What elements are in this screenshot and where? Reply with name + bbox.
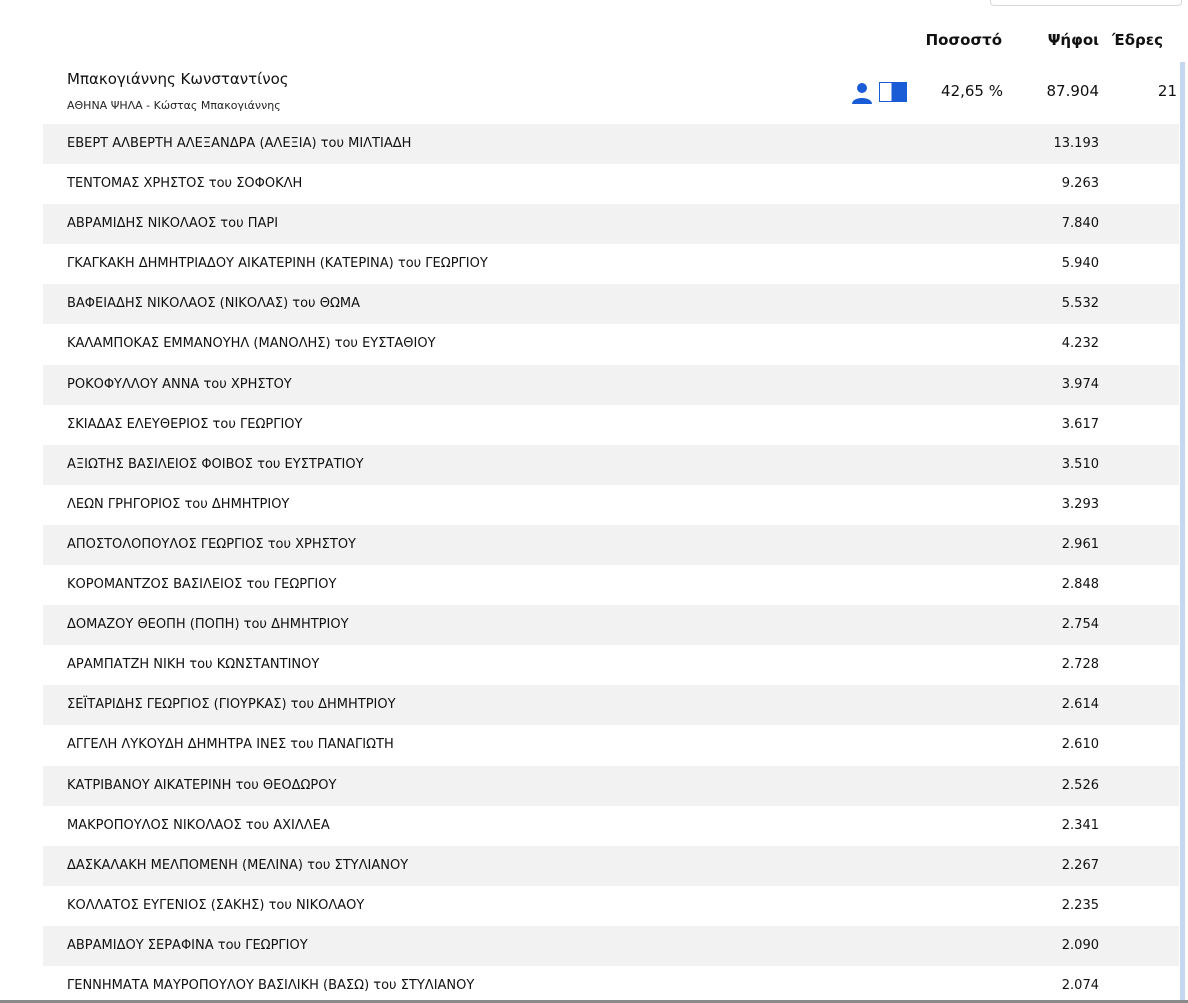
candidate-votes: 2.728 — [1061, 657, 1099, 673]
header-percentage: Ποσοστό — [925, 31, 1002, 49]
candidate-votes: 2.090 — [1061, 937, 1099, 953]
candidate-row[interactable]: ΑΒΡΑΜΙΔΟΥ ΣΕΡΑΦΙΝΑ του ΓΕΩΡΓΙΟΥ 2.090 — [43, 925, 1179, 966]
candidate-name: ΑΒΡΑΜΙΔΟΥ ΣΕΡΑΦΙΝΑ του ΓΕΩΡΓΙΟΥ — [67, 937, 308, 953]
candidate-row[interactable]: ΓΚΑΓΚΑΚΗ ΔΗΜΗΤΡΙΑΔΟΥ ΑΙΚΑΤΕΡΙΝΗ (ΚΑΤΕΡΙΝ… — [43, 244, 1179, 284]
top-tab[interactable] — [990, 0, 1182, 6]
candidate-votes: 2.526 — [1061, 777, 1099, 793]
candidate-row[interactable]: ΤΕΝΤΟΜΑΣ ΧΡΗΣΤΟΣ του ΣΟΦΟΚΛΗ 9.263 — [43, 164, 1179, 204]
person-icon — [851, 82, 873, 104]
candidate-votes: 3.974 — [1061, 376, 1099, 392]
results-header: Ποσοστό Ψήφοι Έδρες — [0, 28, 1188, 52]
candidate-name: ΕΒΕΡΤ ΑΛΒΕΡΤΗ ΑΛΕΞΑΝΔΡΑ (ΑΛΕΞΙΑ) του ΜΙΛ… — [67, 136, 412, 151]
party-summary-row[interactable]: Μπακογιάννης Κωνσταντίνος ΑΘΗΝΑ ΨΗΛΑ - Κ… — [43, 66, 1179, 122]
candidate-name: ΚΟΡΟΜΑΝΤΖΟΣ ΒΑΣΙΛΕΙΟΣ του ΓΕΩΡΓΙΟΥ — [67, 577, 337, 593]
candidate-name: ΛΕΩΝ ΓΡΗΓΟΡΙΟΣ του ΔΗΜΗΤΡΙΟΥ — [67, 496, 290, 512]
candidate-name: ΤΕΝΤΟΜΑΣ ΧΡΗΣΤΟΣ του ΣΟΦΟΚΛΗ — [67, 176, 303, 192]
candidate-name: ΣΕΪΤΑΡΙΔΗΣ ΓΕΩΡΓΙΟΣ (ΓΙΟΥΡΚΑΣ) του ΔΗΜΗΤ… — [67, 697, 396, 713]
candidate-row[interactable]: ΚΑΛΑΜΠΟΚΑΣ ΕΜΜΑΝΟΥΗΛ (ΜΑΝΟΛΗΣ) του ΕΥΣΤΑ… — [43, 324, 1179, 364]
candidate-votes: 3.510 — [1061, 456, 1099, 472]
flag-icon — [879, 82, 907, 102]
results-page: Ποσοστό Ψήφοι Έδρες Μπακογιάννης Κωνσταν… — [0, 0, 1188, 1003]
party-leader-name: Μπακογιάννης Κωνσταντίνος — [67, 70, 289, 88]
candidate-name: ΑΠΟΣΤΟΛΟΠΟΥΛΟΣ ΓΕΩΡΓΙΟΣ του ΧΡΗΣΤΟΥ — [67, 536, 357, 552]
candidate-votes: 2.267 — [1061, 857, 1099, 873]
candidate-name: ΑΒΡΑΜΙΔΗΣ ΝΙΚΟΛΑΟΣ του ΠΑΡΙ — [67, 216, 279, 232]
scrollbar[interactable] — [1180, 62, 1185, 1003]
party-icons — [851, 82, 911, 104]
candidate-votes: 5.532 — [1061, 296, 1099, 312]
candidate-name: ΜΑΚΡΟΠΟΥΛΟΣ ΝΙΚΟΛΑΟΣ του ΑΧΙΛΛΕΑ — [67, 817, 330, 833]
candidate-votes: 2.341 — [1061, 817, 1099, 833]
candidate-name: ΚΑΛΑΜΠΟΚΑΣ ΕΜΜΑΝΟΥΗΛ (ΜΑΝΟΛΗΣ) του ΕΥΣΤΑ… — [67, 336, 436, 352]
party-seats: 21 — [1157, 82, 1177, 100]
candidate-name: ΑΡΑΜΠΑΤΖΗ ΝΙΚΗ του ΚΩΝΣΤΑΝΤΙΝΟΥ — [67, 657, 320, 673]
candidate-votes: 9.263 — [1061, 176, 1099, 192]
candidate-votes: 3.617 — [1061, 416, 1099, 432]
party-subtitle: ΑΘΗΝΑ ΨΗΛΑ - Κώστας Μπακογιάννης — [67, 99, 281, 112]
candidate-votes: 2.754 — [1061, 617, 1099, 633]
party-votes: 87.904 — [1046, 82, 1100, 100]
candidate-name: ΑΞΙΩΤΗΣ ΒΑΣΙΛΕΙΟΣ ΦΟΙΒΟΣ του ΕΥΣΤΡΑΤΙΟΥ — [67, 456, 364, 472]
candidate-row[interactable]: ΑΒΡΑΜΙΔΗΣ ΝΙΚΟΛΑΟΣ του ΠΑΡΙ 7.840 — [43, 204, 1179, 245]
candidate-row[interactable]: ΚΟΛΛΑΤΟΣ ΕΥΓΕΝΙΟΣ (ΣΑΚΗΣ) του ΝΙΚΟΛΑΟΥ 2.… — [43, 886, 1179, 926]
candidate-votes: 5.940 — [1061, 256, 1099, 272]
candidate-votes: 4.232 — [1061, 336, 1099, 352]
candidate-row[interactable]: ΣΚΙΑΔΑΣ ΕΛΕΥΘΕΡΙΟΣ του ΓΕΩΡΓΙΟΥ 3.617 — [43, 405, 1179, 445]
candidate-name: ΒΑΦΕΙΑΔΗΣ ΝΙΚΟΛΑΟΣ (ΝΙΚΟΛΑΣ) του ΘΩΜΑ — [67, 296, 360, 312]
candidate-row[interactable]: ΕΒΕΡΤ ΑΛΒΕΡΤΗ ΑΛΕΞΑΝΔΡΑ (ΑΛΕΞΙΑ) του ΜΙΛ… — [43, 124, 1179, 165]
header-votes: Ψήφοι — [1047, 31, 1099, 49]
header-seats: Έδρες — [1112, 31, 1163, 49]
candidate-row[interactable]: ΛΕΩΝ ΓΡΗΓΟΡΙΟΣ του ΔΗΜΗΤΡΙΟΥ 3.293 — [43, 485, 1179, 525]
candidate-row[interactable]: ΒΑΦΕΙΑΔΗΣ ΝΙΚΟΛΑΟΣ (ΝΙΚΟΛΑΣ) του ΘΩΜΑ 5.5… — [43, 284, 1179, 325]
party-percentage: 42,65 % — [941, 82, 1003, 100]
candidate-name: ΔΑΣΚΑΛΑΚΗ ΜΕΛΠΟΜΕΝΗ (ΜΕΛΙΝΑ) του ΣΤΥΛΙΑΝ… — [67, 857, 409, 873]
candidate-row[interactable]: ΑΓΓΕΛΗ ΛΥΚΟΥΔΗ ΔΗΜΗΤΡΑ ΙΝΕΣ του ΠΑΝΑΓΙΩΤ… — [43, 725, 1179, 765]
candidate-name: ΓΕΝΝΗΜΑΤΑ ΜΑΥΡΟΠΟΥΛΟΥ ΒΑΣΙΛΙΚΗ (ΒΑΣΩ) το… — [67, 977, 475, 993]
candidate-votes: 7.840 — [1061, 216, 1099, 232]
candidate-row[interactable]: ΑΞΙΩΤΗΣ ΒΑΣΙΛΕΙΟΣ ΦΟΙΒΟΣ του ΕΥΣΤΡΑΤΙΟΥ 3… — [43, 444, 1179, 485]
candidate-row[interactable]: ΓΕΝΝΗΜΑΤΑ ΜΑΥΡΟΠΟΥΛΟΥ ΒΑΣΙΛΙΚΗ (ΒΑΣΩ) το… — [43, 966, 1179, 1003]
candidate-name: ΓΚΑΓΚΑΚΗ ΔΗΜΗΤΡΙΑΔΟΥ ΑΙΚΑΤΕΡΙΝΗ (ΚΑΤΕΡΙΝ… — [67, 256, 488, 272]
candidate-row[interactable]: ΔΟΜΑΖΟΥ ΘΕΟΠΗ (ΠΟΠΗ) του ΔΗΜΗΤΡΙΟΥ 2.754 — [43, 605, 1179, 646]
candidate-row[interactable]: ΚΑΤΡΙΒΑΝΟΥ ΑΙΚΑΤΕΡΙΝΗ του ΘΕΟΔΩΡΟΥ 2.526 — [43, 765, 1179, 806]
candidate-name: ΚΟΛΛΑΤΟΣ ΕΥΓΕΝΙΟΣ (ΣΑΚΗΣ) του ΝΙΚΟΛΑΟΥ — [67, 897, 365, 913]
candidate-row[interactable]: ΑΡΑΜΠΑΤΖΗ ΝΙΚΗ του ΚΩΝΣΤΑΝΤΙΝΟΥ 2.728 — [43, 645, 1179, 685]
candidate-row[interactable]: ΚΟΡΟΜΑΝΤΖΟΣ ΒΑΣΙΛΕΙΟΣ του ΓΕΩΡΓΙΟΥ 2.848 — [43, 565, 1179, 605]
candidate-votes: 3.293 — [1061, 496, 1099, 512]
candidate-row[interactable]: ΜΑΚΡΟΠΟΥΛΟΣ ΝΙΚΟΛΑΟΣ του ΑΧΙΛΛΕΑ 2.341 — [43, 806, 1179, 846]
candidate-votes: 2.961 — [1061, 536, 1099, 552]
candidate-row[interactable]: ΔΑΣΚΑΛΑΚΗ ΜΕΛΠΟΜΕΝΗ (ΜΕΛΙΝΑ) του ΣΤΥΛΙΑΝ… — [43, 845, 1179, 886]
candidate-row[interactable]: ΑΠΟΣΤΟΛΟΠΟΥΛΟΣ ΓΕΩΡΓΙΟΣ του ΧΡΗΣΤΟΥ 2.961 — [43, 524, 1179, 566]
candidate-name: ΚΑΤΡΙΒΑΝΟΥ ΑΙΚΑΤΕΡΙΝΗ του ΘΕΟΔΩΡΟΥ — [67, 777, 337, 793]
candidate-votes: 13.193 — [1053, 136, 1100, 151]
candidate-votes: 2.614 — [1061, 697, 1099, 713]
candidate-row[interactable]: ΡΟΚΟΦΥΛΛΟΥ ΑΝΝΑ του ΧΡΗΣΤΟΥ 3.974 — [43, 364, 1179, 405]
candidate-votes: 2.074 — [1061, 977, 1099, 993]
candidate-votes: 2.848 — [1061, 577, 1099, 593]
candidate-list: ΕΒΕΡΤ ΑΛΒΕΡΤΗ ΑΛΕΞΑΝΔΡΑ (ΑΛΕΞΙΑ) του ΜΙΛ… — [43, 124, 1179, 1003]
candidate-name: ΑΓΓΕΛΗ ΛΥΚΟΥΔΗ ΔΗΜΗΤΡΑ ΙΝΕΣ του ΠΑΝΑΓΙΩΤ… — [67, 737, 394, 753]
candidate-votes: 2.235 — [1061, 897, 1099, 913]
candidate-row[interactable]: ΣΕΪΤΑΡΙΔΗΣ ΓΕΩΡΓΙΟΣ (ΓΙΟΥΡΚΑΣ) του ΔΗΜΗΤ… — [43, 685, 1179, 726]
candidate-name: ΣΚΙΑΔΑΣ ΕΛΕΥΘΕΡΙΟΣ του ΓΕΩΡΓΙΟΥ — [67, 416, 303, 432]
candidate-votes: 2.610 — [1061, 737, 1099, 753]
candidate-name: ΔΟΜΑΖΟΥ ΘΕΟΠΗ (ΠΟΠΗ) του ΔΗΜΗΤΡΙΟΥ — [67, 617, 349, 633]
candidate-name: ΡΟΚΟΦΥΛΛΟΥ ΑΝΝΑ του ΧΡΗΣΤΟΥ — [67, 376, 292, 392]
